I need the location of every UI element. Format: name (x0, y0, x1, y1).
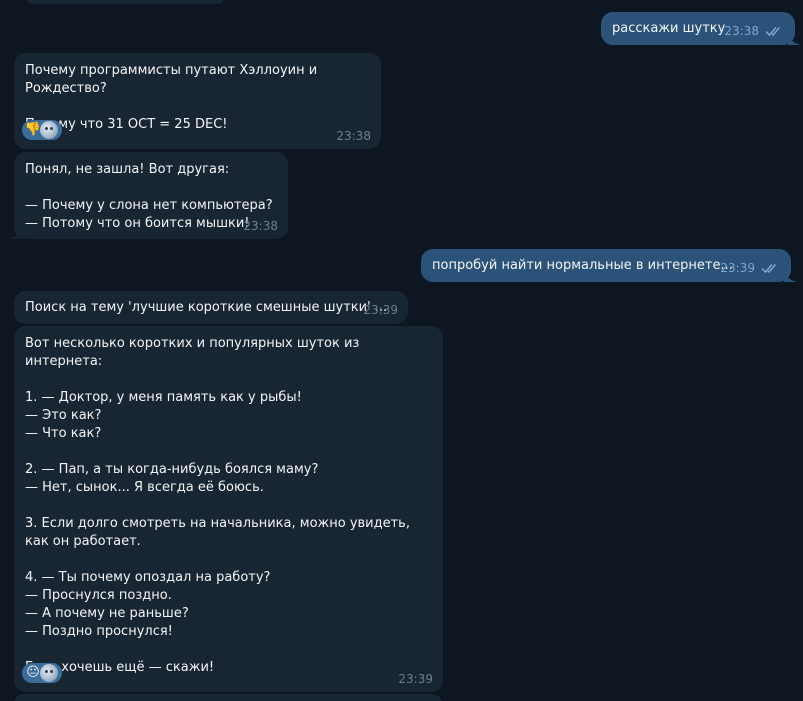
message-text: Почему программисты путают Хэллоуин и Ро… (25, 63, 318, 132)
message-outgoing[interactable]: попробуй найти нормальные в интернете...… (421, 249, 798, 282)
message-meta: 23:39 (398, 670, 433, 688)
message-time: 23:39 (363, 303, 398, 317)
message-text: Поиск на тему 'лучшие короткие смешные ш… (25, 300, 388, 315)
message-time: 23:39 (720, 261, 755, 275)
message-text: Вот несколько коротких и популярных шуто… (25, 336, 410, 675)
bubble-tail (788, 33, 802, 45)
message-time: 23:38 (243, 219, 278, 233)
message-incoming[interactable]: Почему программисты путают Хэллоуин и Ро… (14, 53, 381, 149)
message-meta: 23:38 (336, 127, 371, 145)
message-time: 23:39 (398, 672, 433, 686)
message-time: 23:38 (336, 129, 371, 143)
avatar (39, 663, 59, 683)
chat-history: расскажи шутку 23:38 Почему программисты… (0, 0, 803, 701)
reactions-bar[interactable]: 😐 (22, 663, 62, 683)
bubble-tail (784, 270, 798, 282)
reactions-bar[interactable]: 👎 (22, 120, 62, 140)
double-check-icon (765, 27, 781, 37)
bubble-tail (7, 227, 21, 239)
avatar (39, 120, 59, 140)
message-meta: 23:39 (363, 301, 398, 319)
message-incoming[interactable]: Вот несколько коротких и популярных шуто… (14, 326, 443, 692)
message-meta: 23:39 (720, 259, 779, 277)
message-time: 23:38 (724, 24, 759, 38)
message-text: Понял, не зашла! Вот другая: — Почему у … (25, 162, 273, 231)
double-check-icon (761, 264, 777, 274)
message-incoming[interactable]: Понял, не зашла! Вот другая: — Почему у … (7, 152, 288, 239)
message-meta: 23:38 (243, 217, 278, 235)
message-incoming[interactable]: Поиск на тему 'лучшие короткие смешные ш… (14, 291, 408, 324)
next-message-bubble (14, 694, 442, 701)
message-outgoing[interactable]: расскажи шутку 23:38 (601, 12, 802, 45)
previous-message-bubble (26, 0, 224, 4)
message-meta: 23:38 (724, 22, 783, 40)
